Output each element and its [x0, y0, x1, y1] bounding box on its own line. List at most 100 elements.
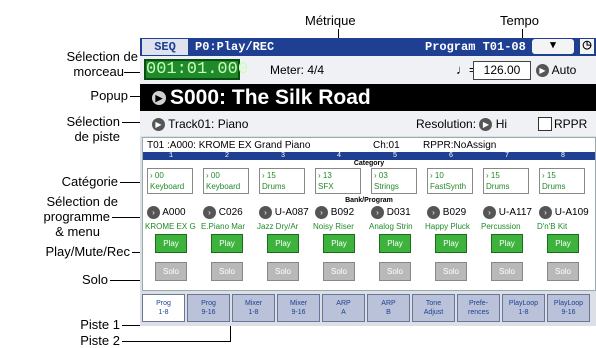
category-button[interactable]: › 15 Drums	[259, 168, 305, 194]
category-button[interactable]: › 03 Strings	[371, 168, 417, 194]
tempo-mode-popup-icon[interactable]: ▶	[536, 64, 549, 78]
song-name: S000: The Silk Road	[170, 86, 371, 109]
tempo-field[interactable]: 126.00	[473, 61, 531, 80]
callout-piste-2: Piste 2	[80, 333, 120, 348]
callout-categorie: Catégorie	[61, 174, 118, 189]
category-name: FastSynth	[430, 182, 467, 191]
program-popup-icon[interactable]: ›	[147, 206, 160, 219]
program-select[interactable]: › B092	[315, 206, 371, 219]
tab-tone-adjust[interactable]: Tone Adjust	[412, 294, 455, 322]
tab-label: Prefe-	[468, 300, 489, 307]
callout-selection-piste-1: Sélection	[66, 114, 120, 129]
mode-button[interactable]: SEQ	[142, 39, 188, 55]
category-button[interactable]: › 00 Keyboard	[147, 168, 193, 194]
solo-button[interactable]: Solo	[435, 262, 467, 281]
tab-label: A	[341, 309, 346, 316]
play-mute-rec-button[interactable]: Play	[267, 234, 299, 253]
page-title: Program T01-08	[425, 40, 526, 54]
category-button[interactable]: › 15 Drums	[539, 168, 585, 194]
category-button[interactable]: › 15 Drums	[483, 168, 529, 194]
tab-playloop-9-16[interactable]: PlayLoop 9-16	[547, 294, 590, 322]
solo-button[interactable]: Solo	[547, 262, 579, 281]
tempo-mode[interactable]: ▶ Auto	[536, 63, 577, 78]
play-mute-rec-button[interactable]: Play	[379, 234, 411, 253]
program-select[interactable]: › U-A087	[259, 206, 315, 219]
callout-selection-programme-3: & menu	[55, 224, 100, 239]
resolution-popup-icon[interactable]: ▶	[479, 118, 493, 132]
program-select[interactable]: › C026	[203, 206, 259, 219]
program-name: KROME EX G	[145, 222, 196, 231]
program-number: C026	[218, 207, 243, 219]
solo-button[interactable]: Solo	[267, 262, 299, 281]
page-menu-button[interactable]: ▾	[532, 39, 574, 54]
solo-button[interactable]: Solo	[211, 262, 243, 281]
rppr-label: RPPR	[554, 117, 588, 131]
tab-mixer-1-8[interactable]: Mixer 1-8	[232, 294, 275, 322]
program-popup-icon[interactable]: ›	[259, 206, 272, 219]
category-number: 03	[378, 171, 388, 180]
meter-field[interactable]: Meter: 4/4	[270, 63, 324, 77]
program-select[interactable]: › U-A109	[539, 206, 595, 219]
tab-arp-b[interactable]: ARP B	[367, 294, 410, 322]
program-select[interactable]: › B029	[427, 206, 483, 219]
program-select[interactable]: › U-A117	[483, 206, 539, 219]
tempo-mode-label: Auto	[551, 63, 577, 77]
category-name: Drums	[262, 182, 286, 191]
program-popup-icon[interactable]: ›	[203, 206, 216, 219]
solo-button[interactable]: Solo	[491, 262, 523, 281]
callout-piste-1: Piste 1	[80, 317, 120, 332]
song-popup-icon[interactable]: ▶	[152, 91, 166, 105]
play-mute-rec-button[interactable]: Play	[547, 234, 579, 253]
tab-label: 9-16	[201, 309, 216, 316]
tab-playloop-1-8[interactable]: PlayLoop 1-8	[502, 294, 545, 322]
category-number: 00	[154, 171, 164, 180]
tab-label: PlayLoop	[508, 300, 539, 307]
tab-label: Adjust	[423, 309, 444, 316]
solo-button[interactable]: Solo	[323, 262, 355, 281]
play-mute-rec-button[interactable]: Play	[435, 234, 467, 253]
program-popup-icon[interactable]: ›	[483, 206, 496, 219]
song-select[interactable]: ▶ S000: The Silk Road	[140, 84, 596, 111]
play-mute-rec-button[interactable]: Play	[323, 234, 355, 253]
track-number: 2	[224, 152, 230, 160]
solo-button[interactable]: Solo	[155, 262, 187, 281]
program-popup-icon[interactable]: ›	[427, 206, 440, 219]
tab-label: Prog	[156, 300, 171, 307]
track-select[interactable]: ▶ Track01: Piano	[152, 117, 249, 132]
solo-button[interactable]: Solo	[379, 262, 411, 281]
program-select[interactable]: › A000	[147, 206, 203, 219]
location-display[interactable]: 001:01.000	[144, 59, 248, 80]
play-mute-rec-button[interactable]: Play	[155, 234, 187, 253]
program-popup-icon[interactable]: ›	[315, 206, 328, 219]
clock-icon[interactable]: ◷	[580, 39, 594, 54]
track-number: 1	[168, 152, 174, 160]
page-tabs: Prog 1-8 Prog 9-16 Mixer 1-8 Mixer 9-16 ARP A…	[140, 292, 596, 326]
tab-mixer-9-16[interactable]: Mixer 9-16	[277, 294, 320, 322]
resolution-field[interactable]: Resolution: ▶ Hi	[416, 117, 508, 132]
rppr-checkbox[interactable]	[538, 117, 552, 131]
program-popup-icon[interactable]: ›	[539, 206, 552, 219]
category-button[interactable]: › 13 SFX	[315, 168, 361, 194]
category-name: SFX	[318, 182, 334, 191]
tab-label: B	[386, 309, 391, 316]
play-mute-rec-button[interactable]: Play	[491, 234, 523, 253]
tab-prog-9-16[interactable]: Prog 9-16	[187, 294, 230, 322]
track-select-label: Track01: Piano	[168, 117, 249, 131]
track-popup-icon[interactable]: ▶	[152, 118, 165, 132]
tab-label: Mixer	[244, 300, 263, 307]
tab-arp-a[interactable]: ARP A	[322, 294, 365, 322]
device-screen: SEQ P0:Play/REC Program T01-08 ▾ ◷ 001:0…	[140, 38, 596, 326]
category-number: 13	[322, 171, 332, 180]
callout-popup: Popup	[90, 88, 128, 103]
tab-prog-1-8[interactable]: Prog 1-8	[142, 294, 185, 322]
program-popup-icon[interactable]: ›	[371, 206, 384, 219]
track-panel: T01 :A000: KROME EX Grand Piano Ch:01 RP…	[142, 137, 596, 291]
tab-label: Mixer	[289, 300, 308, 307]
tab-preferences[interactable]: Prefe-rences	[457, 294, 500, 322]
program-select[interactable]: › D031	[371, 206, 427, 219]
rppr-info: RPPR:NoAssign	[423, 140, 497, 151]
category-button[interactable]: › 00 Keyboard	[203, 168, 249, 194]
category-button[interactable]: › 10 FastSynth	[427, 168, 473, 194]
resolution-value: Hi	[495, 117, 508, 131]
play-mute-rec-button[interactable]: Play	[211, 234, 243, 253]
